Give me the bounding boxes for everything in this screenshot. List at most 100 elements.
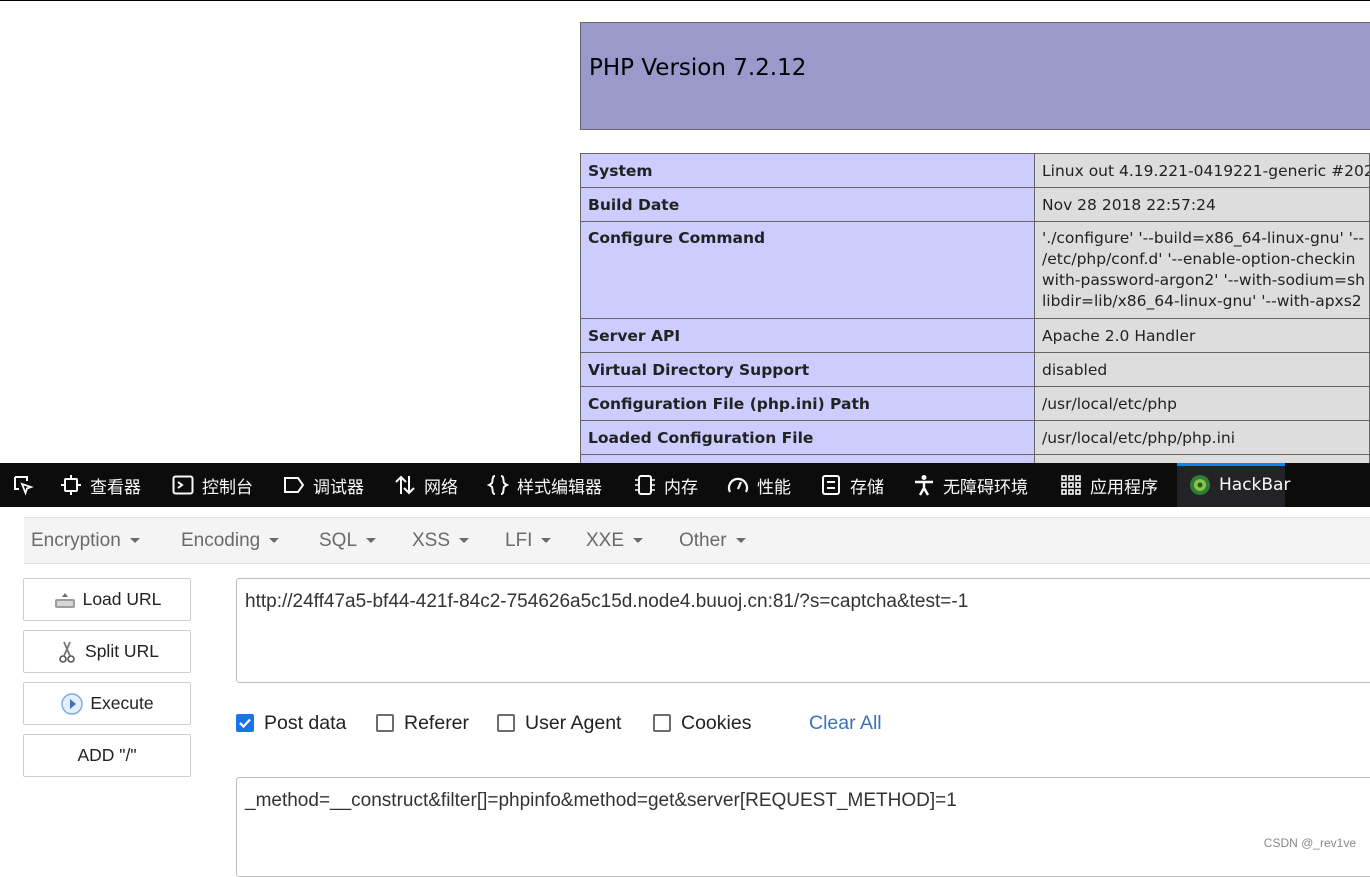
element-picker-button[interactable] xyxy=(12,463,34,507)
configure-line: /etc/php/conf.d' '--enable-option-checki… xyxy=(1042,250,1356,268)
tab-network[interactable]: 网络 xyxy=(394,463,458,507)
storage-icon xyxy=(820,474,842,496)
tab-label: 网络 xyxy=(424,477,458,498)
menu-label: LFI xyxy=(505,529,533,551)
menu-sql[interactable]: SQL xyxy=(319,518,377,563)
phpinfo-table: System Linux out 4.19.221-0419221-generi… xyxy=(580,153,1370,475)
memory-icon xyxy=(634,474,656,496)
style-editor-icon xyxy=(487,474,509,496)
row-value: /usr/local/etc/php/php.ini xyxy=(1034,420,1370,455)
configure-line: libdir=lib/x86_64-linux-gnu' '--with-apx… xyxy=(1042,292,1362,310)
button-label: Split URL xyxy=(85,641,159,661)
watermark: CSDN @_rev1ve xyxy=(1263,836,1356,850)
user-agent-checkbox[interactable]: User Agent xyxy=(497,710,621,736)
button-label: Execute xyxy=(90,693,154,713)
tab-label: 调试器 xyxy=(313,477,364,498)
application-icon xyxy=(1060,474,1082,496)
clear-all-link[interactable]: Clear All xyxy=(809,710,882,736)
tab-style-editor[interactable]: 样式编辑器 xyxy=(487,463,602,507)
referer-checkbox[interactable]: Referer xyxy=(376,710,469,736)
checkbox-label: Cookies xyxy=(681,711,752,734)
row-value: Nov 28 2018 22:57:24 xyxy=(1034,187,1370,222)
element-picker-icon xyxy=(12,474,34,496)
menu-label: SQL xyxy=(319,529,358,551)
tab-label: 样式编辑器 xyxy=(517,477,602,498)
load-url-button[interactable]: Load URL xyxy=(23,578,191,621)
table-row: System Linux out 4.19.221-0419221-generi… xyxy=(580,153,1370,188)
checkbox-unchecked-icon xyxy=(376,714,394,732)
execute-button[interactable]: Execute xyxy=(23,682,191,725)
menu-xss[interactable]: XSS xyxy=(412,518,470,563)
tab-memory[interactable]: 内存 xyxy=(634,463,698,507)
caret-down-icon xyxy=(269,538,280,543)
menu-encryption[interactable]: Encryption xyxy=(31,518,140,563)
button-label: ADD "/" xyxy=(77,745,137,765)
table-row: Server API Apache 2.0 Handler xyxy=(580,318,1370,353)
caret-down-icon xyxy=(366,538,377,543)
menu-other[interactable]: Other xyxy=(679,518,746,563)
split-url-button[interactable]: Split URL xyxy=(23,630,191,673)
menu-label: XSS xyxy=(412,529,451,551)
configure-line: './configure' '--build=x86_64-linux-gnu'… xyxy=(1042,229,1365,247)
menu-label: Encryption xyxy=(31,529,121,551)
tab-accessibility[interactable]: 无障碍环境 xyxy=(913,463,1028,507)
tab-hackbar[interactable]: HackBar xyxy=(1177,463,1290,507)
table-row: Virtual Directory Support disabled xyxy=(580,352,1370,387)
caret-down-icon xyxy=(735,538,746,543)
post-data-checkbox[interactable]: Post data xyxy=(236,710,346,736)
row-label: Build Date xyxy=(580,187,1035,222)
tab-label: HackBar xyxy=(1219,475,1291,495)
inspector-icon xyxy=(60,474,82,496)
caret-down-icon xyxy=(633,538,644,543)
tab-application[interactable]: 应用程序 xyxy=(1060,463,1158,507)
caret-down-icon xyxy=(129,538,140,543)
tab-label: 控制台 xyxy=(202,477,253,498)
tab-storage[interactable]: 存储 xyxy=(820,463,884,507)
row-label: System xyxy=(580,153,1035,188)
tab-label: 无障碍环境 xyxy=(943,477,1028,498)
devtools-toolbar: 查看器 控制台 调试器 网络 样式编辑器 内存 性能 存储 无障碍环境 应用程序… xyxy=(0,463,1370,507)
row-value: Apache 2.0 Handler xyxy=(1034,318,1370,353)
row-label: Configuration File (php.ini) Path xyxy=(580,386,1035,421)
configure-line: with-password-argon2' '--with-sodium=sh xyxy=(1042,271,1365,289)
button-label: Load URL xyxy=(82,589,162,609)
tab-console[interactable]: 控制台 xyxy=(172,463,253,507)
add-slash-button[interactable]: ADD "/" xyxy=(23,734,191,777)
scissors-icon xyxy=(55,640,79,664)
tab-performance[interactable]: 性能 xyxy=(727,463,791,507)
url-input[interactable]: http://24ff47a5-bf44-421f-84c2-754626a5c… xyxy=(236,578,1370,683)
tab-label: 查看器 xyxy=(90,477,141,498)
checkbox-checked-icon xyxy=(236,714,254,732)
tab-inspector[interactable]: 查看器 xyxy=(60,463,141,507)
row-label: Loaded Configuration File xyxy=(580,420,1035,455)
table-row: Configure Command './configure' '--build… xyxy=(580,221,1370,319)
row-label: Configure Command xyxy=(580,221,1035,319)
tab-debugger[interactable]: 调试器 xyxy=(283,463,364,507)
load-url-icon xyxy=(53,588,77,612)
row-value: Linux out 4.19.221-0419221-generic #202 xyxy=(1034,153,1370,188)
menu-xxe[interactable]: XXE xyxy=(586,518,644,563)
row-value: disabled xyxy=(1034,352,1370,387)
tab-label: 内存 xyxy=(664,477,698,498)
menu-lfi[interactable]: LFI xyxy=(505,518,552,563)
page-top-border xyxy=(0,0,1370,1)
post-data-input[interactable]: _method=__construct&filter[]=phpinfo&met… xyxy=(236,777,1370,877)
php-version-title: PHP Version 7.2.12 xyxy=(589,55,807,81)
tab-label: 存储 xyxy=(850,477,884,498)
checkbox-label: User Agent xyxy=(525,711,622,734)
cookies-checkbox[interactable]: Cookies xyxy=(653,710,751,736)
hackbar-icon xyxy=(1189,474,1211,496)
row-value: /usr/local/etc/php xyxy=(1034,386,1370,421)
table-row: Build Date Nov 28 2018 22:57:24 xyxy=(580,187,1370,222)
debugger-icon xyxy=(283,474,305,496)
menu-label: Encoding xyxy=(181,529,261,551)
menu-label: Other xyxy=(679,529,727,551)
row-label: Virtual Directory Support xyxy=(580,352,1035,387)
play-icon xyxy=(60,692,84,716)
php-version-banner: PHP Version 7.2.12 xyxy=(580,22,1370,130)
tab-label: 性能 xyxy=(757,477,791,498)
network-icon xyxy=(394,474,416,496)
accessibility-icon xyxy=(913,474,935,496)
menu-encoding[interactable]: Encoding xyxy=(181,518,280,563)
tab-label: 应用程序 xyxy=(1090,477,1158,498)
